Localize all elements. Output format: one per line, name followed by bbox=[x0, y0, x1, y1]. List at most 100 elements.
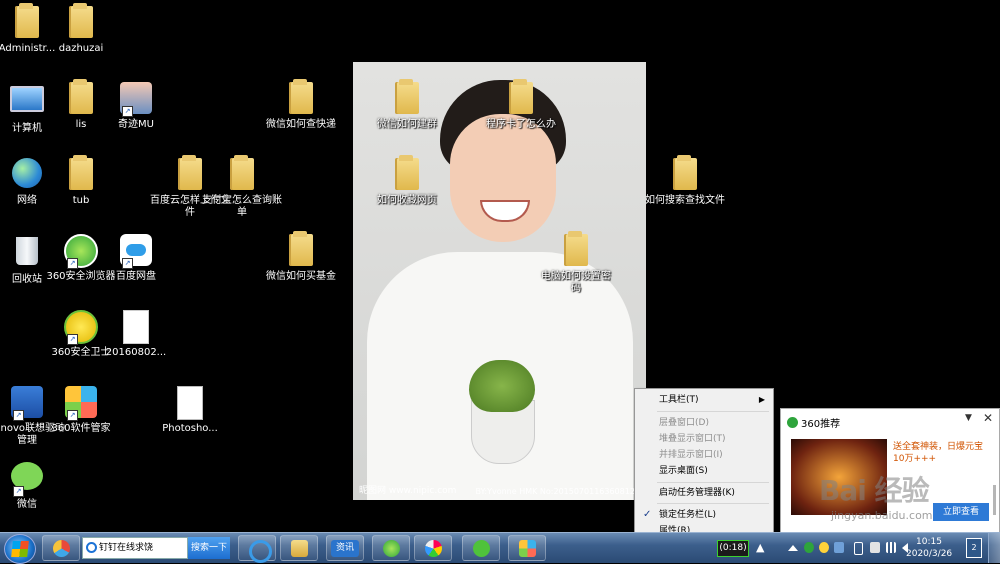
icon-label: 程序卡了怎么办 bbox=[486, 119, 556, 130]
desktop-icon-set-password[interactable]: 电脑如何设置密码 bbox=[541, 234, 611, 295]
menu-item-label: 层叠窗口(D) bbox=[659, 418, 709, 428]
shortcut-arrow-icon: ↗ bbox=[122, 106, 133, 117]
desktop-icon-360-software[interactable]: ↗ 360软件管家 bbox=[41, 386, 121, 435]
menu-item-stacked[interactable]: 堆叠显示窗口(T) bbox=[637, 431, 771, 447]
clock-time: 10:15 bbox=[916, 537, 942, 547]
360-browser-icon: ↗ bbox=[64, 234, 98, 269]
icon-label: Photosho... bbox=[162, 423, 218, 434]
icon-label: 微信如何查快递 bbox=[266, 119, 336, 130]
folder-icon bbox=[225, 158, 259, 192]
popup-view-button[interactable]: 立即查看 bbox=[933, 503, 989, 521]
checkmark-icon: ✓ bbox=[643, 509, 652, 520]
desktop-icon-photoshop[interactable]: Photosho... bbox=[150, 386, 230, 435]
tray-360-safe-icon[interactable] bbox=[819, 542, 829, 553]
clock-date: 2020/3/26 bbox=[906, 549, 953, 559]
menu-item-side-by-side[interactable]: 并排显示窗口(I) bbox=[637, 447, 771, 463]
desktop-icon-20160802[interactable]: 20160802... bbox=[96, 310, 176, 359]
desktop-icon-program-freeze[interactable]: 程序卡了怎么办 bbox=[486, 82, 556, 131]
tray-app-icon[interactable] bbox=[834, 542, 844, 553]
icon-label: 百度网盘 bbox=[116, 271, 156, 282]
360-safe-icon: ↗ bbox=[64, 310, 98, 345]
taskbar-app-ie[interactable] bbox=[238, 535, 276, 563]
menu-item-label: 并排显示窗口(I) bbox=[659, 450, 723, 460]
taskbar[interactable]: 钉钉在线求饶 搜索一下 资讯 (0:18) ▲ 10:15 2020/3/26 … bbox=[0, 532, 1000, 564]
icon-label: tub bbox=[72, 195, 90, 206]
desktop-icon-alipay-bill[interactable]: 支付宝怎么查询账单 bbox=[202, 158, 282, 219]
desktop-icon-qiji-mu[interactable]: ↗ 奇迹MU bbox=[96, 82, 176, 131]
menu-item-show-desktop[interactable]: 显示桌面(S) bbox=[637, 463, 771, 479]
taskbar-app-360-software[interactable] bbox=[508, 535, 546, 561]
start-button[interactable] bbox=[4, 534, 36, 564]
taskbar-clock[interactable]: 10:15 2020/3/26 bbox=[906, 536, 952, 560]
notification-count-badge[interactable]: 2 bbox=[966, 538, 982, 558]
wechat-icon: ↗ bbox=[10, 462, 44, 497]
taskbar-search-button[interactable]: 搜索一下 bbox=[188, 537, 230, 559]
menu-item-lock-taskbar[interactable]: ✓ 锁定任务栏(L) bbox=[637, 507, 771, 523]
icon-label: 微信如何买基金 bbox=[266, 271, 336, 282]
desktop-icon-search-files[interactable]: 如何搜索查找文件 bbox=[645, 158, 725, 207]
submenu-arrow-icon: ▶ bbox=[758, 395, 765, 404]
tray-expand-icon[interactable] bbox=[788, 545, 798, 551]
taskbar-app-paint[interactable] bbox=[414, 535, 452, 561]
shortcut-arrow-icon: ↗ bbox=[13, 410, 24, 421]
lenovo-icon: ↗ bbox=[10, 386, 44, 421]
icon-label: 360软件管家 bbox=[51, 423, 111, 434]
taskbar-app-explorer[interactable] bbox=[280, 535, 318, 561]
photo-heart-plant bbox=[469, 360, 535, 412]
taskbar-search-input[interactable]: 钉钉在线求饶 bbox=[82, 537, 188, 559]
globe-icon bbox=[10, 158, 44, 192]
desktop-icon-bookmark-page[interactable]: 如何收藏网页 bbox=[372, 158, 442, 207]
popup-close-button[interactable]: ✕ bbox=[983, 411, 993, 425]
desktop-icon-dazhuzai[interactable]: dazhuzai bbox=[41, 6, 121, 55]
folder-icon bbox=[64, 6, 98, 40]
tray-360-icon[interactable] bbox=[804, 542, 814, 553]
shortcut-arrow-icon: ↗ bbox=[122, 258, 133, 269]
show-desktop-button[interactable] bbox=[988, 533, 1000, 563]
menu-item-task-manager[interactable]: 启动任务管理器(K) bbox=[637, 485, 771, 501]
menu-item-label: 显示桌面(S) bbox=[659, 466, 708, 476]
popup-scrollbar[interactable] bbox=[993, 485, 996, 515]
tray-timer[interactable]: (0:18) bbox=[717, 540, 749, 557]
news-label: 资讯 bbox=[335, 543, 354, 553]
icon-label: 微信 bbox=[17, 499, 37, 510]
tray-warning-icon[interactable]: ▲ bbox=[756, 541, 764, 554]
folder-icon bbox=[284, 234, 318, 268]
360-software-icon bbox=[519, 540, 536, 557]
folder-icon bbox=[390, 82, 424, 116]
360-browser-icon bbox=[86, 542, 97, 553]
icon-label: 微信如何建群 bbox=[377, 119, 437, 130]
taskbar-app-game[interactable] bbox=[42, 535, 80, 561]
icon-label: 如何收藏网页 bbox=[377, 195, 437, 206]
tray-battery-icon[interactable] bbox=[854, 542, 863, 555]
tray-flag-icon[interactable] bbox=[870, 542, 880, 553]
desktop-icon-wechat[interactable]: ↗ 微信 bbox=[0, 462, 67, 511]
folder-icon bbox=[64, 158, 98, 192]
popup-menu-arrow-icon[interactable]: ▼ bbox=[965, 413, 972, 423]
desktop-icon-wechat-group[interactable]: 微信如何建群 bbox=[372, 82, 442, 131]
tray-network-icon[interactable] bbox=[886, 542, 896, 553]
shortcut-arrow-icon: ↗ bbox=[67, 410, 78, 421]
popup-ad-text[interactable]: 送全套神装，日爆元宝10万+++ bbox=[893, 441, 991, 465]
menu-item-toolbars[interactable]: 工具栏(T) ▶ bbox=[637, 392, 771, 408]
photo-id: BY:Yvonne HMK No:20150701163608120 bbox=[475, 487, 641, 496]
desktop-icon-tub[interactable]: tub bbox=[41, 158, 121, 207]
paint-palette-icon bbox=[425, 540, 442, 557]
shortcut-arrow-icon: ↗ bbox=[13, 486, 24, 497]
menu-item-cascade[interactable]: 层叠窗口(D) bbox=[637, 415, 771, 431]
taskbar-app-wechat[interactable] bbox=[462, 535, 500, 561]
taskbar-app-360-browser[interactable] bbox=[372, 535, 410, 561]
shortcut-arrow-icon: ↗ bbox=[67, 258, 78, 269]
shortcut-arrow-icon: ↗ bbox=[67, 334, 78, 345]
desktop-icon-wechat-express[interactable]: 微信如何查快递 bbox=[261, 82, 341, 131]
folder-icon bbox=[504, 82, 538, 116]
icon-label: 电脑如何设置密码 bbox=[541, 271, 611, 294]
icon-label: 20160802... bbox=[105, 347, 167, 358]
news-icon: 资讯 bbox=[331, 540, 359, 557]
icon-label: dazhuzai bbox=[58, 43, 104, 54]
taskbar-context-menu: 工具栏(T) ▶ 层叠窗口(D) 堆叠显示窗口(T) 并排显示窗口(I) 显示桌… bbox=[634, 388, 774, 540]
desktop-icon-baidu-netdisk[interactable]: ↗ 百度网盘 bbox=[96, 234, 176, 283]
taskbar-app-zixun[interactable]: 资讯 bbox=[326, 535, 364, 561]
desktop-icon-wechat-fund[interactable]: 微信如何买基金 bbox=[261, 234, 341, 283]
popup-title: 360推荐 bbox=[801, 419, 841, 430]
folder-icon bbox=[559, 234, 593, 268]
